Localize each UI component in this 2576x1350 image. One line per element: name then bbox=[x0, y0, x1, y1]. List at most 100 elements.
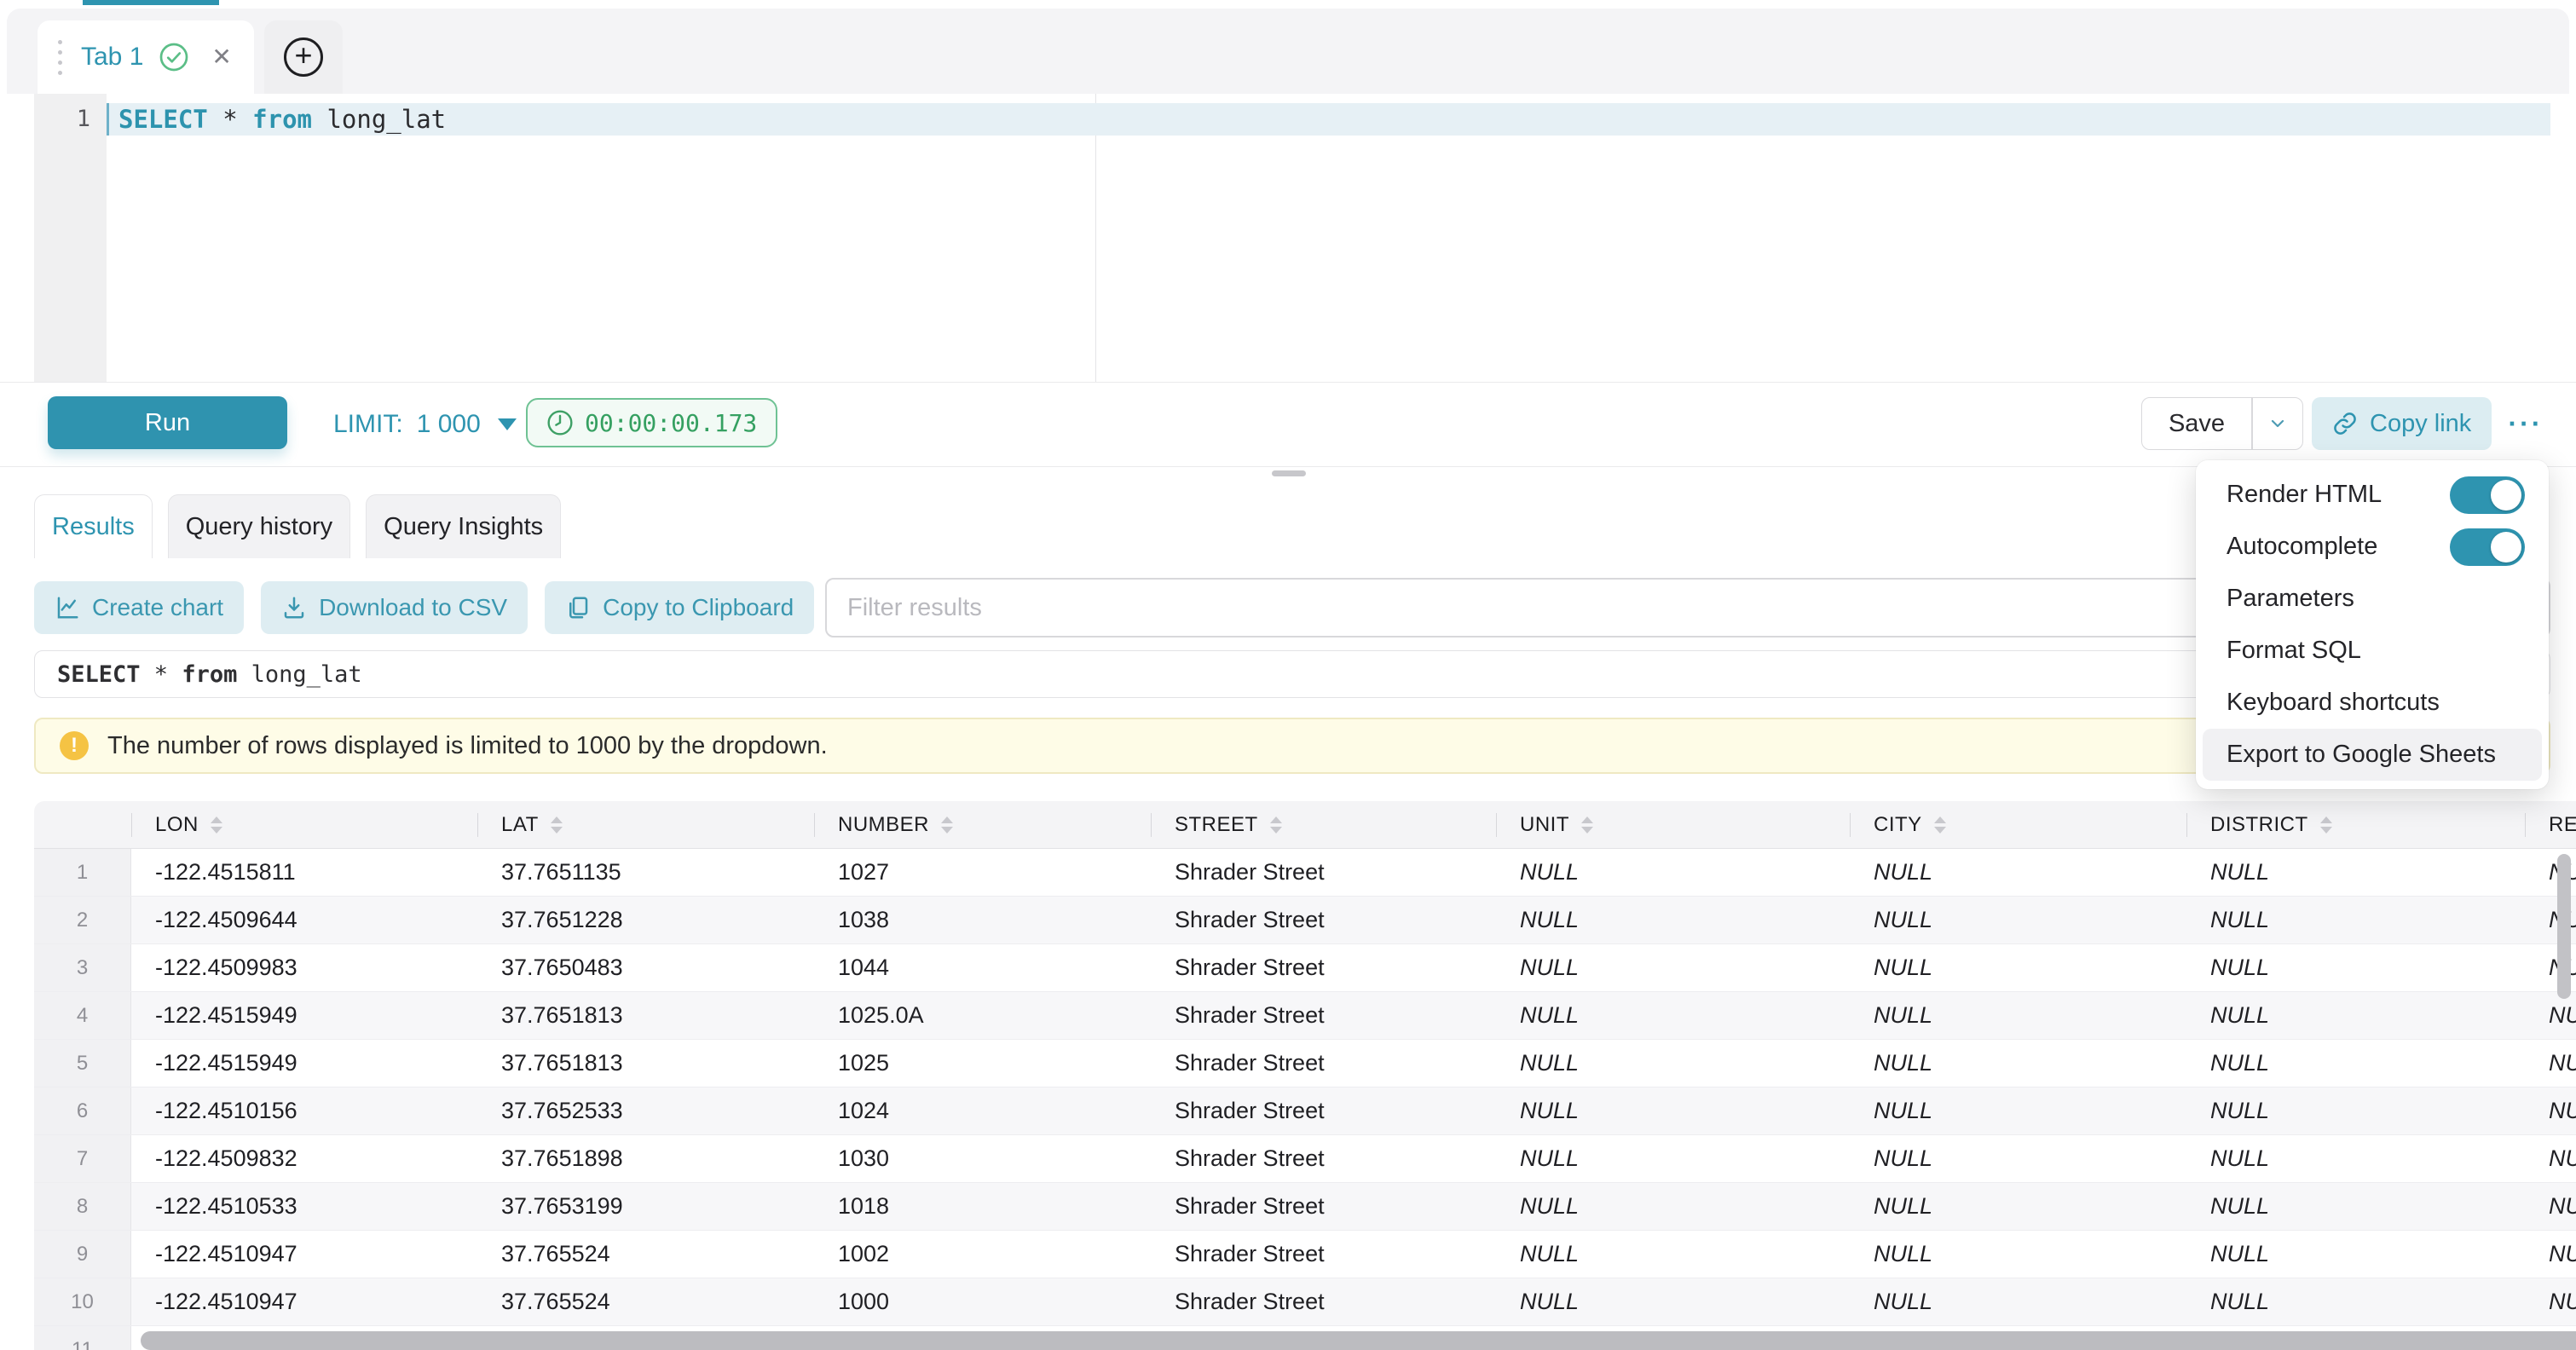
table-cell[interactable]: NULL bbox=[1850, 1231, 2186, 1278]
table-cell[interactable]: 1024 bbox=[814, 1088, 1151, 1134]
table-cell[interactable]: 37.7651898 bbox=[477, 1135, 814, 1182]
column-header[interactable]: RE bbox=[2525, 801, 2576, 848]
table-cell[interactable]: Shrader Street bbox=[1151, 1135, 1496, 1182]
table-cell[interactable]: 1018 bbox=[814, 1183, 1151, 1230]
table-cell[interactable]: Shrader Street bbox=[1151, 1278, 1496, 1325]
table-row[interactable]: 5 -122.451594937.76518131025Shrader Stre… bbox=[34, 1040, 2576, 1088]
table-cell[interactable]: NULL bbox=[2186, 1135, 2525, 1182]
table-cell[interactable]: NULL bbox=[1850, 849, 2186, 896]
column-header[interactable]: NUMBER bbox=[814, 801, 1151, 848]
download-csv-button[interactable]: Download to CSV bbox=[261, 581, 528, 634]
table-cell[interactable]: 1030 bbox=[814, 1135, 1151, 1182]
table-cell[interactable]: NULL bbox=[2525, 1040, 2576, 1087]
table-row[interactable]: 3 -122.450998337.76504831044Shrader Stre… bbox=[34, 944, 2576, 992]
vertical-scrollbar[interactable] bbox=[2557, 854, 2571, 999]
table-cell[interactable]: NULL bbox=[2186, 897, 2525, 943]
table-cell[interactable]: NULL bbox=[1496, 1183, 1850, 1230]
table-cell[interactable]: NULL bbox=[2525, 992, 2576, 1039]
table-cell[interactable]: NULL bbox=[1496, 1278, 1850, 1325]
table-cell[interactable]: NULL bbox=[2525, 1278, 2576, 1325]
table-row[interactable]: 7 -122.450983237.76518981030Shrader Stre… bbox=[34, 1135, 2576, 1183]
column-header[interactable]: STREET bbox=[1151, 801, 1496, 848]
autocomplete-toggle[interactable] bbox=[2450, 528, 2525, 566]
table-cell[interactable]: 37.7652533 bbox=[477, 1088, 814, 1134]
sort-icon[interactable] bbox=[1934, 816, 1946, 834]
table-cell[interactable]: NULL bbox=[1850, 897, 2186, 943]
table-cell[interactable]: NULL bbox=[2186, 1231, 2525, 1278]
table-cell[interactable]: 1027 bbox=[814, 849, 1151, 896]
table-cell[interactable]: Shrader Street bbox=[1151, 1231, 1496, 1278]
table-cell[interactable]: 1044 bbox=[814, 944, 1151, 991]
table-cell[interactable]: 37.7651135 bbox=[477, 849, 814, 896]
menu-item-format-sql[interactable]: Format SQL bbox=[2196, 625, 2549, 677]
table-cell[interactable]: Shrader Street bbox=[1151, 992, 1496, 1039]
create-chart-button[interactable]: Create chart bbox=[34, 581, 244, 634]
table-cell[interactable]: -122.4510156 bbox=[131, 1088, 477, 1134]
table-cell[interactable]: NULL bbox=[1496, 897, 1850, 943]
table-cell[interactable]: 1038 bbox=[814, 897, 1151, 943]
table-cell[interactable]: NULL bbox=[2186, 1040, 2525, 1087]
sort-icon[interactable] bbox=[941, 816, 953, 834]
render-html-toggle[interactable] bbox=[2450, 476, 2525, 514]
menu-item-keyboard-shortcuts[interactable]: Keyboard shortcuts bbox=[2196, 677, 2549, 729]
table-cell[interactable]: Shrader Street bbox=[1151, 944, 1496, 991]
table-cell[interactable]: NULL bbox=[1496, 1135, 1850, 1182]
table-cell[interactable]: -122.4515811 bbox=[131, 849, 477, 896]
table-cell[interactable]: NULL bbox=[2525, 1231, 2576, 1278]
horizontal-scrollbar[interactable] bbox=[141, 1331, 2576, 1350]
table-row[interactable]: 6 -122.451015637.76525331024Shrader Stre… bbox=[34, 1088, 2576, 1135]
drag-handle-icon[interactable] bbox=[58, 40, 62, 75]
table-cell[interactable]: -122.4510947 bbox=[131, 1278, 477, 1325]
table-cell[interactable]: -122.4509983 bbox=[131, 944, 477, 991]
table-row[interactable]: 1 -122.451581137.76511351027Shrader Stre… bbox=[34, 849, 2576, 897]
tab-results[interactable]: Results bbox=[34, 494, 153, 558]
table-cell[interactable]: NULL bbox=[2186, 849, 2525, 896]
sort-icon[interactable] bbox=[211, 816, 222, 834]
table-cell[interactable]: NULL bbox=[2186, 1088, 2525, 1134]
table-cell[interactable]: NULL bbox=[1850, 944, 2186, 991]
column-header[interactable]: UNIT bbox=[1496, 801, 1850, 848]
table-cell[interactable]: 1025.0A bbox=[814, 992, 1151, 1039]
table-cell[interactable]: 37.7653199 bbox=[477, 1183, 814, 1230]
table-cell[interactable]: NULL bbox=[1496, 1231, 1850, 1278]
table-cell[interactable]: Shrader Street bbox=[1151, 849, 1496, 896]
table-row[interactable]: 2 -122.450964437.76512281038Shrader Stre… bbox=[34, 897, 2576, 944]
table-cell[interactable]: NULL bbox=[1850, 1278, 2186, 1325]
column-header[interactable]: CITY bbox=[1850, 801, 2186, 848]
table-cell[interactable]: -122.4510947 bbox=[131, 1231, 477, 1278]
sort-icon[interactable] bbox=[1581, 816, 1593, 834]
table-cell[interactable]: NULL bbox=[2525, 1088, 2576, 1134]
table-cell[interactable]: 1000 bbox=[814, 1278, 1151, 1325]
column-header[interactable]: DISTRICT bbox=[2186, 801, 2525, 848]
table-cell[interactable]: NULL bbox=[1496, 1040, 1850, 1087]
save-options-button[interactable] bbox=[2253, 398, 2302, 449]
table-cell[interactable]: -122.4515949 bbox=[131, 992, 477, 1039]
menu-item-autocomplete[interactable]: Autocomplete bbox=[2196, 521, 2549, 573]
panel-resize-handle[interactable] bbox=[1272, 470, 1306, 476]
table-cell[interactable]: 37.7650483 bbox=[477, 944, 814, 991]
sort-icon[interactable] bbox=[2320, 816, 2332, 834]
sql-editor[interactable]: 1 SELECT * from long_lat bbox=[0, 94, 2576, 382]
tab-query-insights[interactable]: Query Insights bbox=[366, 494, 561, 558]
table-cell[interactable]: NULL bbox=[1850, 992, 2186, 1039]
code-line[interactable]: SELECT * from long_lat bbox=[118, 103, 446, 136]
table-cell[interactable]: 37.7651228 bbox=[477, 897, 814, 943]
table-cell[interactable]: -122.4509832 bbox=[131, 1135, 477, 1182]
table-cell[interactable]: Shrader Street bbox=[1151, 1183, 1496, 1230]
table-cell[interactable]: 37.7651813 bbox=[477, 992, 814, 1039]
table-row[interactable]: 10 -122.451094737.7655241000Shrader Stre… bbox=[34, 1278, 2576, 1326]
table-cell[interactable]: 1025 bbox=[814, 1040, 1151, 1087]
menu-item-parameters[interactable]: Parameters bbox=[2196, 573, 2549, 625]
table-cell[interactable]: NULL bbox=[1496, 1088, 1850, 1134]
table-cell[interactable]: NULL bbox=[1850, 1088, 2186, 1134]
table-cell[interactable]: -122.4515949 bbox=[131, 1040, 477, 1087]
copy-link-button[interactable]: Copy link bbox=[2312, 397, 2492, 450]
limit-dropdown[interactable]: LIMIT: 1 000 bbox=[333, 383, 517, 466]
more-options-button[interactable]: ··· bbox=[2499, 397, 2552, 450]
table-cell[interactable]: NULL bbox=[1496, 849, 1850, 896]
column-header[interactable]: LAT bbox=[477, 801, 814, 848]
menu-item-render-html[interactable]: Render HTML bbox=[2196, 469, 2549, 521]
copy-clipboard-button[interactable]: Copy to Clipboard bbox=[545, 581, 814, 634]
add-tab-button[interactable]: + bbox=[264, 20, 343, 94]
table-cell[interactable]: NULL bbox=[1496, 992, 1850, 1039]
